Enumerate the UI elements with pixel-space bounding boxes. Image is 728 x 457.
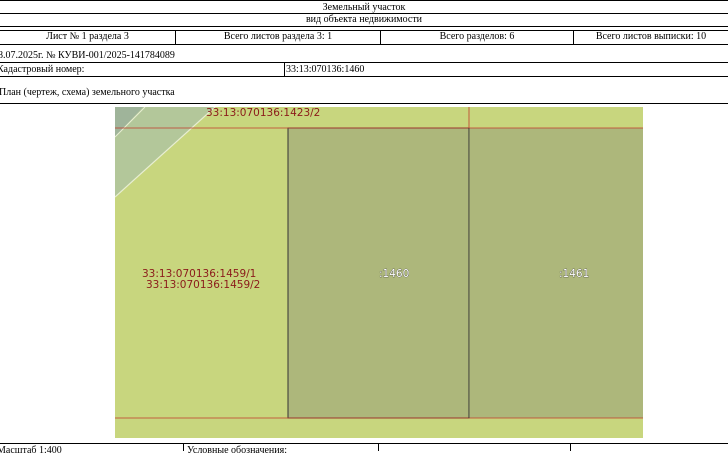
sheet-info-row: Лист № 1 раздела 3 Всего листов раздела …: [0, 30, 728, 44]
object-type-subtitle: вид объекта недвижимости: [305, 14, 423, 25]
divider: [0, 443, 728, 444]
legend-label: Условные обозначения:: [187, 445, 288, 456]
sheets-in-section: Всего листов раздела 3: 1: [223, 31, 333, 42]
scale-label: Масштаб 1:400: [0, 445, 62, 456]
label-1459-2: 33:13:070136:1459/2: [146, 279, 260, 291]
cell-divider: [183, 443, 184, 451]
plan-caption: План (чертеж, схема) земельного участка: [0, 87, 175, 98]
divider: [0, 62, 728, 63]
cell-divider: [570, 443, 571, 451]
divider: [0, 30, 728, 31]
sections-total: Всего разделов: 6: [439, 31, 515, 42]
cell-divider: [284, 62, 285, 77]
plan-svg: 33:13:070136:1423/2 33:13:070136:1459/1 …: [115, 107, 643, 438]
cell-divider: [378, 443, 379, 451]
label-1461: :1461: [559, 268, 589, 280]
divider: [0, 103, 728, 104]
parcel-1461: [469, 128, 643, 418]
top-border: [0, 0, 728, 1]
cadastral-number-label: Кадастровый номер:: [0, 64, 85, 75]
label-1460: :1460: [379, 268, 409, 280]
divider: [0, 26, 728, 27]
divider: [0, 44, 728, 45]
sheets-total: Всего листов выписки: 10: [595, 31, 707, 42]
divider: [0, 76, 728, 77]
cadastral-number-value: 33:13:070136:1460: [286, 64, 365, 75]
document-reference: 8.07.2025г. № КУВИ-001/2025-141784089: [0, 50, 175, 61]
sheet-number: Лист № 1 раздела 3: [46, 31, 129, 42]
label-1423-2: 33:13:070136:1423/2: [206, 107, 320, 119]
land-plot-plan: 33:13:070136:1423/2 33:13:070136:1459/1 …: [115, 107, 643, 438]
